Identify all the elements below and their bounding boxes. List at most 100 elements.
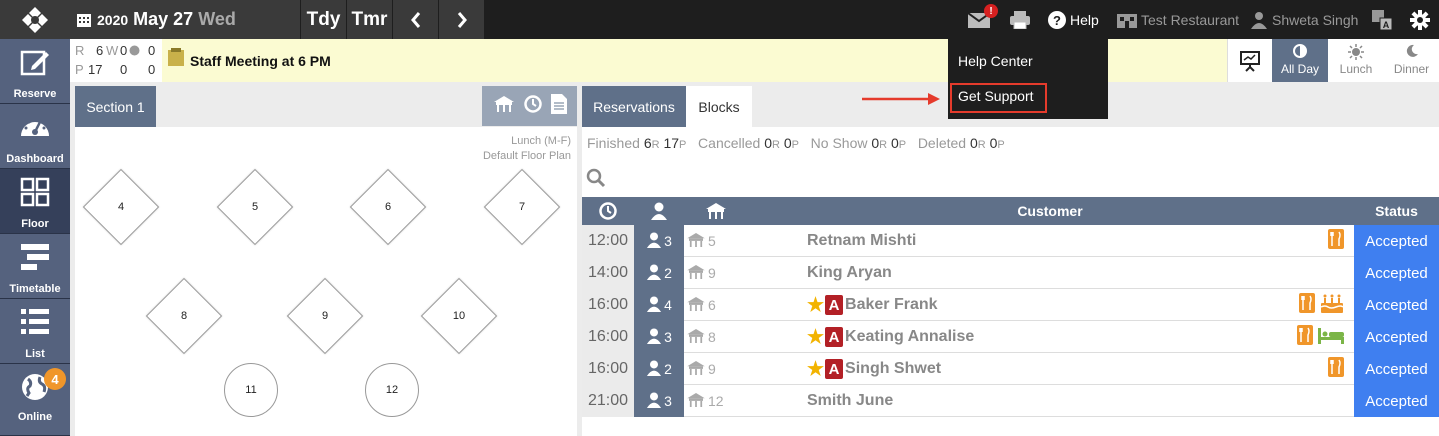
- today-button[interactable]: Tdy: [300, 0, 346, 39]
- floor-table[interactable]: 10: [420, 277, 498, 355]
- floor-table[interactable]: 4: [82, 168, 160, 246]
- app-logo[interactable]: [0, 0, 70, 39]
- table-header: Customer Status: [582, 197, 1439, 225]
- customer-cell[interactable]: King Aryan: [807, 257, 892, 289]
- search-input[interactable]: [586, 168, 1436, 194]
- customer-name: Singh Shwet: [845, 360, 942, 377]
- table-row[interactable]: 21:00 3 12 Smith June Accepted: [582, 385, 1439, 417]
- floor-table[interactable]: 6: [349, 168, 427, 246]
- deleted-label[interactable]: Deleted: [918, 135, 966, 151]
- person-icon: [651, 202, 667, 220]
- user-menu[interactable]: Shweta Singh: [1250, 0, 1358, 39]
- sidebar-item-list[interactable]: List: [0, 299, 70, 364]
- tab-blocks[interactable]: Blocks: [686, 86, 752, 127]
- user-icon: [1251, 11, 1267, 29]
- floor-table[interactable]: 12: [365, 363, 419, 417]
- stat-p-value: 17: [88, 62, 103, 77]
- settings-button[interactable]: [1410, 0, 1430, 39]
- noshow-label[interactable]: No Show: [811, 135, 868, 151]
- status-button[interactable]: Accepted: [1354, 257, 1439, 289]
- status-button[interactable]: Accepted: [1354, 289, 1439, 321]
- table-row[interactable]: 16:00 3 8 ★ A Keating Annalise Accepted: [582, 321, 1439, 353]
- customer-cell[interactable]: Smith June: [807, 385, 893, 417]
- table-number: 6: [384, 201, 392, 213]
- hotel-tag-icon: [1318, 326, 1344, 349]
- party-count: 3: [664, 233, 672, 249]
- stat-w-value: 0: [120, 43, 128, 58]
- language-button[interactable]: A: [1372, 0, 1392, 39]
- floor-table[interactable]: 11: [224, 363, 278, 417]
- meal-all-day-label: All Day: [1280, 62, 1319, 76]
- sidebar-item-reserve[interactable]: Reserve: [0, 39, 70, 104]
- table-icon[interactable]: [493, 95, 515, 117]
- finished-label[interactable]: Finished: [587, 135, 640, 151]
- print-button[interactable]: [1010, 0, 1030, 39]
- sidebar-item-online[interactable]: 4 Online: [0, 364, 70, 436]
- floor-table[interactable]: 7: [483, 168, 561, 246]
- date-picker[interactable]: 2020 May 27 Wed: [70, 0, 300, 39]
- floor-table[interactable]: 8: [145, 277, 223, 355]
- table-row[interactable]: 16:00 2 9 ★ A Singh Shwet Accepted: [582, 353, 1439, 385]
- floor-toolbar: [482, 86, 577, 126]
- customer-cell[interactable]: ★ A Singh Shwet: [807, 353, 941, 385]
- meal-dinner-button[interactable]: Dinner: [1384, 39, 1439, 82]
- menu-item-help-center[interactable]: Help Center: [958, 53, 1033, 69]
- stat-p-o-value: 0: [148, 62, 156, 77]
- reservation-tags: [1328, 353, 1344, 385]
- table-icon: [686, 328, 706, 346]
- customer-cell[interactable]: ★ A Baker Frank: [807, 289, 938, 321]
- messages-button[interactable]: !: [968, 0, 998, 39]
- dining-tag-icon: [1299, 292, 1315, 318]
- stat-r-label: R: [75, 43, 85, 58]
- table-number: 10: [452, 310, 466, 322]
- floor-table[interactable]: 9: [286, 277, 364, 355]
- table-row[interactable]: 14:00 2 9 King Aryan Accepted: [582, 257, 1439, 289]
- col-time[interactable]: [582, 197, 634, 225]
- col-party[interactable]: [634, 197, 684, 225]
- customer-cell[interactable]: ★ A Keating Annalise: [807, 321, 974, 353]
- col-customer[interactable]: Customer: [962, 197, 1138, 225]
- prev-day-button[interactable]: [392, 0, 438, 39]
- sidebar-label-reserve: Reserve: [13, 88, 57, 100]
- stat-p-w-value: 0: [120, 62, 128, 77]
- meal-all-day-button[interactable]: All Day: [1272, 39, 1328, 82]
- floor-table[interactable]: 5: [216, 168, 294, 246]
- col-table[interactable]: [686, 197, 746, 225]
- star-icon: ★: [807, 326, 825, 348]
- cover-stats: R 6 W 0 0 P 17 0 0: [70, 39, 162, 82]
- table-number: 5: [708, 233, 716, 249]
- party-count: 2: [664, 361, 672, 377]
- status-button[interactable]: Accepted: [1354, 353, 1439, 385]
- table-icon: [686, 360, 706, 378]
- table-row[interactable]: 12:00 3 5 Retnam Mishti Accepted: [582, 225, 1439, 257]
- tomorrow-button[interactable]: Tmr: [346, 0, 392, 39]
- sidebar-item-timetable[interactable]: Timetable: [0, 234, 70, 299]
- col-status[interactable]: Status: [1354, 197, 1439, 225]
- sidebar-item-dashboard[interactable]: Dashboard: [0, 104, 70, 169]
- cancelled-label[interactable]: Cancelled: [698, 135, 760, 151]
- status-button[interactable]: Accepted: [1354, 225, 1439, 257]
- meal-lunch-button[interactable]: Lunch: [1328, 39, 1384, 82]
- status-button[interactable]: Accepted: [1354, 385, 1439, 417]
- sidebar-item-floor[interactable]: Floor: [0, 169, 70, 234]
- party-size: 4: [634, 289, 684, 321]
- user-name: Shweta Singh: [1272, 11, 1359, 28]
- table-number: 9: [321, 310, 329, 322]
- status-button[interactable]: Accepted: [1354, 321, 1439, 353]
- document-icon[interactable]: [550, 93, 567, 119]
- help-button[interactable]: ? Help: [1048, 0, 1099, 39]
- reservation-time: 12:00: [582, 225, 634, 257]
- dining-tag-icon: [1297, 324, 1313, 350]
- list-icon: [21, 309, 49, 334]
- next-day-button[interactable]: [438, 0, 484, 39]
- restaurant-switcher[interactable]: Test Restaurant: [1117, 0, 1239, 39]
- moon-icon: [1405, 44, 1419, 61]
- presentation-button[interactable]: [1227, 39, 1272, 82]
- dining-tag-icon: [1328, 228, 1344, 254]
- table-row[interactable]: 16:00 4 6 ★ A Baker Frank Accepted: [582, 289, 1439, 321]
- clock-icon[interactable]: [523, 94, 542, 118]
- customer-cell[interactable]: Retnam Mishti: [807, 225, 916, 257]
- section-tab[interactable]: Section 1: [75, 86, 156, 127]
- tab-reservations[interactable]: Reservations: [582, 86, 686, 127]
- vip-badge: A: [825, 359, 844, 379]
